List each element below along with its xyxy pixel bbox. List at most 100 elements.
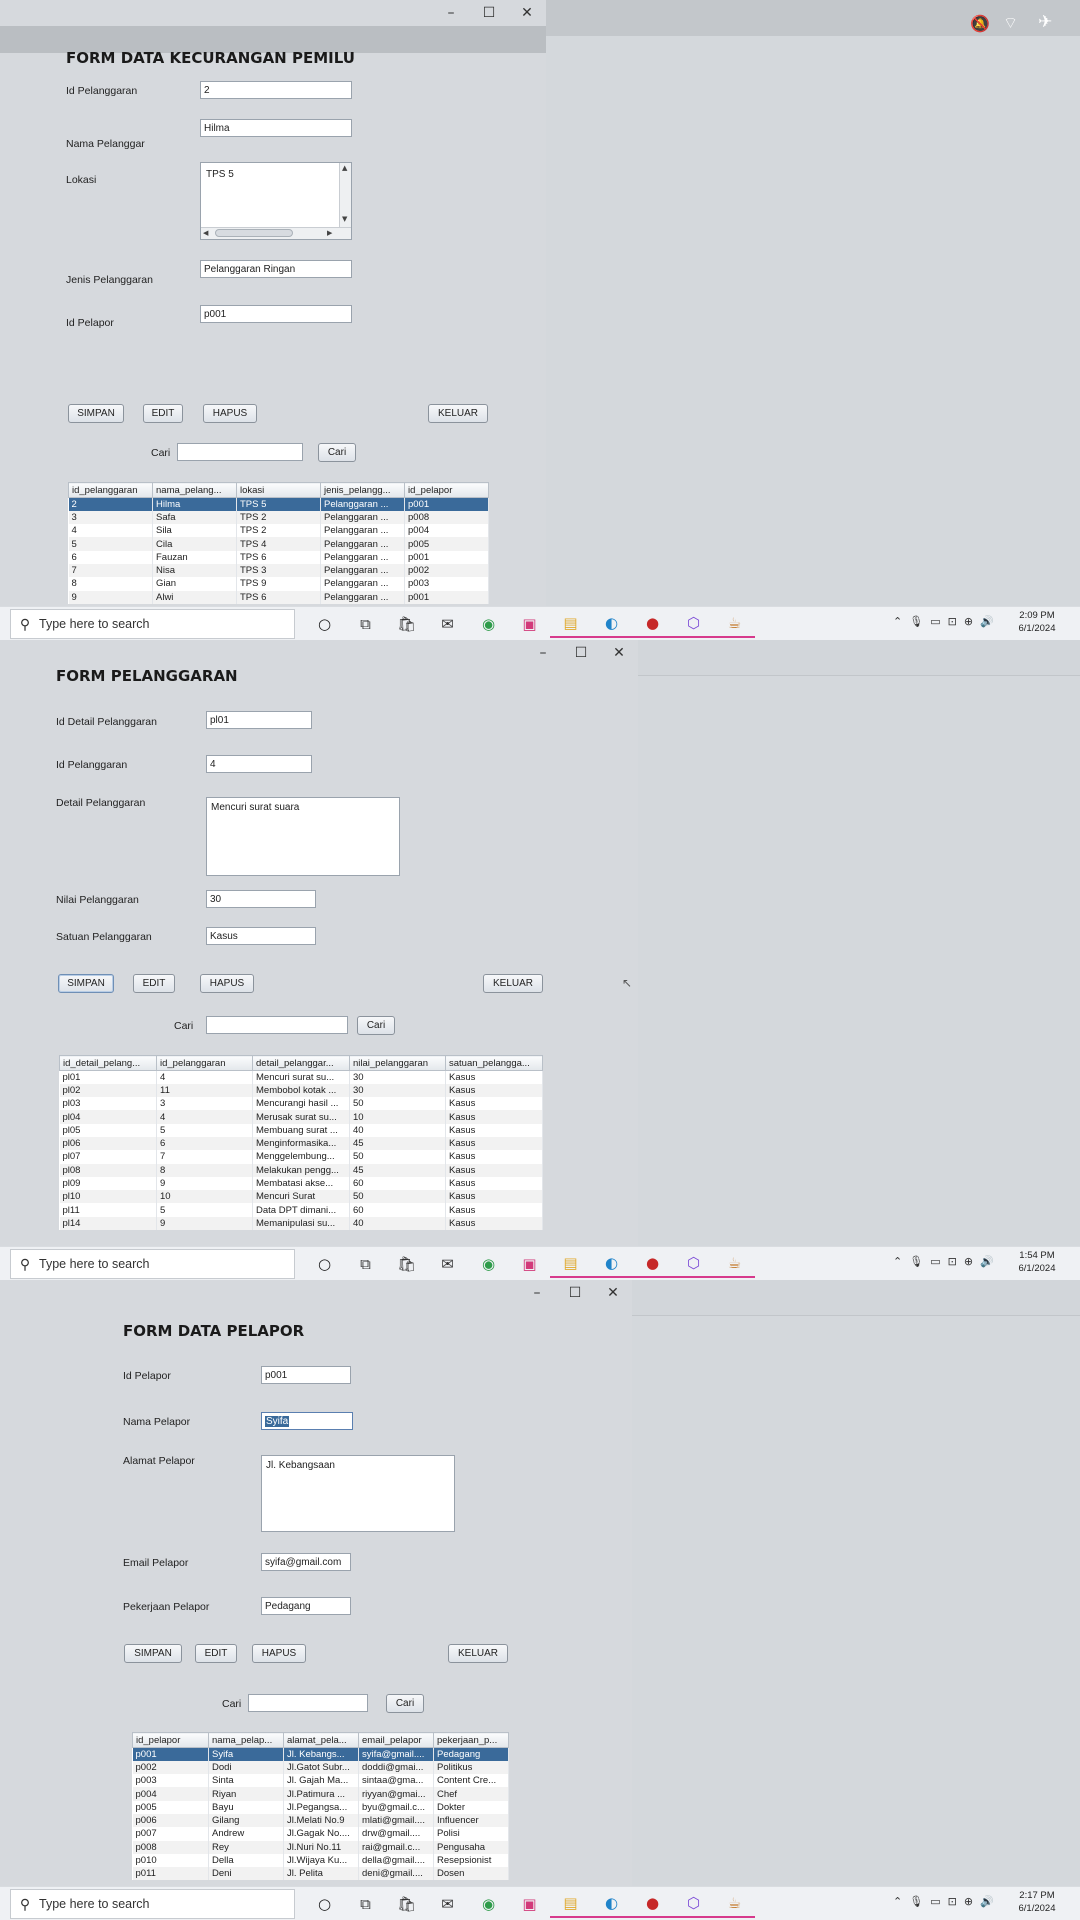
network-icon[interactable]: ⊕ bbox=[964, 615, 973, 628]
app-icon[interactable]: ● bbox=[632, 1250, 673, 1278]
pelapor-table[interactable]: id_pelapor nama_pelap... alamat_pela... ema… bbox=[132, 1732, 509, 1881]
volume-icon[interactable]: 🔊 bbox=[980, 1895, 994, 1908]
task-view-icon[interactable]: ⧉ bbox=[345, 1250, 386, 1278]
detail-textarea[interactable]: Mencuri surat suara bbox=[206, 797, 400, 876]
battery-icon[interactable]: ▭ bbox=[930, 1255, 940, 1268]
maximize-icon[interactable]: ☐ bbox=[562, 640, 600, 666]
clock[interactable]: 2:17 PM 6/1/2024 bbox=[1015, 1889, 1059, 1915]
table-row[interactable]: pl04 4 Merusak surat su... 10 Kasus bbox=[59, 1110, 543, 1124]
table-row[interactable]: pl14 9 Memanipulasi su... 40 Kasus bbox=[59, 1216, 543, 1231]
task-view-icon[interactable]: ⧉ bbox=[345, 1890, 386, 1918]
app-icon[interactable]: ● bbox=[632, 610, 673, 638]
close-icon[interactable]: ✕ bbox=[600, 640, 638, 666]
lokasi-textarea[interactable]: TPS 5 ▲ ▼ ◀ ▶ bbox=[200, 162, 352, 240]
simpan-button[interactable]: SIMPAN bbox=[68, 404, 124, 423]
keluar-button[interactable]: KELUAR bbox=[483, 974, 543, 993]
table-row[interactable]: 4 Sila TPS 2 Pelanggaran ... p004 bbox=[68, 524, 489, 538]
column-header[interactable]: nama_pelap... bbox=[208, 1732, 284, 1748]
nama-pelanggar-field[interactable]: Hilma bbox=[200, 119, 352, 137]
table-row[interactable]: pl07 7 Menggelembung... 50 Kasus bbox=[59, 1150, 543, 1164]
chrome-icon[interactable]: ◉ bbox=[468, 1890, 509, 1918]
hapus-button[interactable]: HAPUS bbox=[203, 404, 257, 423]
column-header[interactable]: email_pelapor bbox=[358, 1732, 434, 1748]
table-row[interactable]: pl03 3 Mencurangi hasil ... 50 Kasus bbox=[59, 1097, 543, 1111]
edge-icon[interactable]: ◐ bbox=[591, 610, 632, 638]
edge-icon[interactable]: ◐ bbox=[591, 1250, 632, 1278]
battery-icon[interactable]: ▭ bbox=[930, 615, 940, 628]
edit-button[interactable]: EDIT bbox=[195, 1644, 237, 1663]
close-icon[interactable]: ✕ bbox=[594, 1280, 632, 1306]
scroll-down-icon[interactable]: ▼ bbox=[342, 215, 347, 223]
nilai-field[interactable]: 30 bbox=[206, 890, 316, 908]
pelanggaran-table[interactable]: id_pelanggaran nama_pelang... lokasi jenis_… bbox=[68, 482, 489, 604]
scroll-right-icon[interactable]: ▶ bbox=[327, 229, 332, 237]
mail-icon[interactable]: ✉ bbox=[427, 610, 468, 638]
column-header[interactable]: id_pelapor bbox=[132, 1732, 209, 1748]
nama-pelapor-field[interactable]: Syifa bbox=[261, 1412, 353, 1430]
mic-icon[interactable]: 🎙 bbox=[909, 1255, 923, 1268]
figma-icon[interactable]: ▣ bbox=[509, 1890, 550, 1918]
table-row[interactable]: p001 Syifa Jl. Kebangs... syifa@gmail.... Pe… bbox=[132, 1747, 509, 1761]
edge-icon[interactable]: ◐ bbox=[591, 1890, 632, 1918]
column-header[interactable]: id_pelanggaran bbox=[156, 1055, 253, 1071]
file-explorer-icon[interactable]: ▤ bbox=[550, 1250, 591, 1278]
store-icon[interactable]: 🛍 bbox=[386, 1890, 427, 1918]
column-header[interactable]: satuan_pelangga... bbox=[445, 1055, 543, 1071]
taskbar-search[interactable]: ⚲ Type here to search bbox=[10, 1249, 295, 1279]
keluar-button[interactable]: KELUAR bbox=[428, 404, 488, 423]
column-header[interactable]: detail_pelanggar... bbox=[252, 1055, 350, 1071]
clock[interactable]: 1:54 PM 6/1/2024 bbox=[1015, 1249, 1059, 1275]
hapus-button[interactable]: HAPUS bbox=[200, 974, 254, 993]
network-icon[interactable]: ⊕ bbox=[964, 1255, 973, 1268]
table-row[interactable]: 8 Gian TPS 9 Pelanggaran ... p003 bbox=[68, 577, 489, 591]
satuan-field[interactable]: Kasus bbox=[206, 927, 316, 945]
column-header[interactable]: nilai_pelanggaran bbox=[349, 1055, 446, 1071]
chevron-up-icon[interactable]: ⌃ bbox=[893, 1255, 902, 1268]
taskbar-search[interactable]: ⚲ Type here to search bbox=[10, 1889, 295, 1919]
column-header[interactable]: id_pelanggaran bbox=[68, 482, 153, 498]
table-row[interactable]: p005 Bayu Jl.Pegangsa... byu@gmail.c... Dokt… bbox=[132, 1800, 509, 1814]
id-pelapor-field[interactable]: p001 bbox=[200, 305, 352, 323]
keluar-button[interactable]: KELUAR bbox=[448, 1644, 508, 1663]
mic-icon[interactable]: 🎙 bbox=[909, 615, 923, 628]
cortana-icon[interactable]: ○ bbox=[304, 1250, 345, 1278]
maximize-icon[interactable]: ☐ bbox=[470, 0, 508, 26]
store-icon[interactable]: 🛍 bbox=[386, 610, 427, 638]
table-row[interactable]: p002 Dodi Jl.Gatot Subr... doddi@gmai... Pol… bbox=[132, 1760, 509, 1775]
scroll-thumb[interactable] bbox=[215, 229, 293, 237]
table-row[interactable]: p003 Sinta Jl. Gajah Ma... sintaa@gma... Con… bbox=[132, 1774, 509, 1788]
chrome-icon[interactable]: ◉ bbox=[468, 1250, 509, 1278]
column-header[interactable]: jenis_pelangg... bbox=[320, 482, 405, 498]
table-row[interactable]: p004 Riyan Jl.Patimura ... riyyan@gmai... Ch… bbox=[132, 1787, 509, 1801]
scroll-left-icon[interactable]: ◀ bbox=[203, 229, 208, 237]
table-row[interactable]: 7 Nisa TPS 3 Pelanggaran ... p002 bbox=[68, 563, 489, 578]
table-row[interactable]: p010 Della Jl.Wijaya Ku... della@gmail.... R… bbox=[132, 1853, 509, 1868]
file-explorer-icon[interactable]: ▤ bbox=[550, 1890, 591, 1918]
cortana-icon[interactable]: ○ bbox=[304, 610, 345, 638]
search-input[interactable] bbox=[206, 1016, 348, 1034]
mic-icon[interactable]: 🎙 bbox=[909, 1895, 923, 1908]
horizontal-scrollbar[interactable]: ◀ ▶ bbox=[201, 227, 351, 239]
column-header[interactable]: alamat_pela... bbox=[283, 1732, 359, 1748]
java-icon[interactable]: ☕ bbox=[714, 610, 755, 638]
column-header[interactable]: id_detail_pelang... bbox=[59, 1055, 157, 1071]
hapus-button[interactable]: HAPUS bbox=[252, 1644, 306, 1663]
edit-button[interactable]: EDIT bbox=[143, 404, 183, 423]
clock[interactable]: 2:09 PM 6/1/2024 bbox=[1015, 609, 1059, 635]
table-row[interactable]: 9 Alwi TPS 6 Pelanggaran ... p001 bbox=[68, 590, 489, 604]
chevron-up-icon[interactable]: ⌃ bbox=[893, 1895, 902, 1908]
table-row[interactable]: 3 Safa TPS 2 Pelanggaran ... p008 bbox=[68, 510, 489, 525]
minimize-icon[interactable]: – bbox=[524, 640, 562, 666]
display-icon[interactable]: ⊡ bbox=[948, 615, 957, 628]
table-row[interactable]: p008 Rey Jl.Nuri No.11 rai@gmail.c... Pengus… bbox=[132, 1840, 509, 1854]
jenis-pelanggaran-field[interactable]: Pelanggaran Ringan bbox=[200, 260, 352, 278]
table-row[interactable]: 2 Hilma TPS 5 Pelanggaran ... p001 bbox=[68, 497, 489, 511]
alamat-textarea[interactable]: Jl. Kebangsaan bbox=[261, 1455, 455, 1532]
column-header[interactable]: id_pelapor bbox=[404, 482, 489, 498]
table-row[interactable]: pl08 8 Melakukan pengg... 45 Kasus bbox=[59, 1163, 543, 1177]
id-detail-field[interactable]: pl01 bbox=[206, 711, 312, 729]
pekerjaan-field[interactable]: Pedagang bbox=[261, 1597, 351, 1615]
taskbar-search[interactable]: ⚲ Type here to search bbox=[10, 609, 295, 639]
chevron-up-icon[interactable]: ⌃ bbox=[893, 615, 902, 628]
column-header[interactable]: lokasi bbox=[236, 482, 321, 498]
